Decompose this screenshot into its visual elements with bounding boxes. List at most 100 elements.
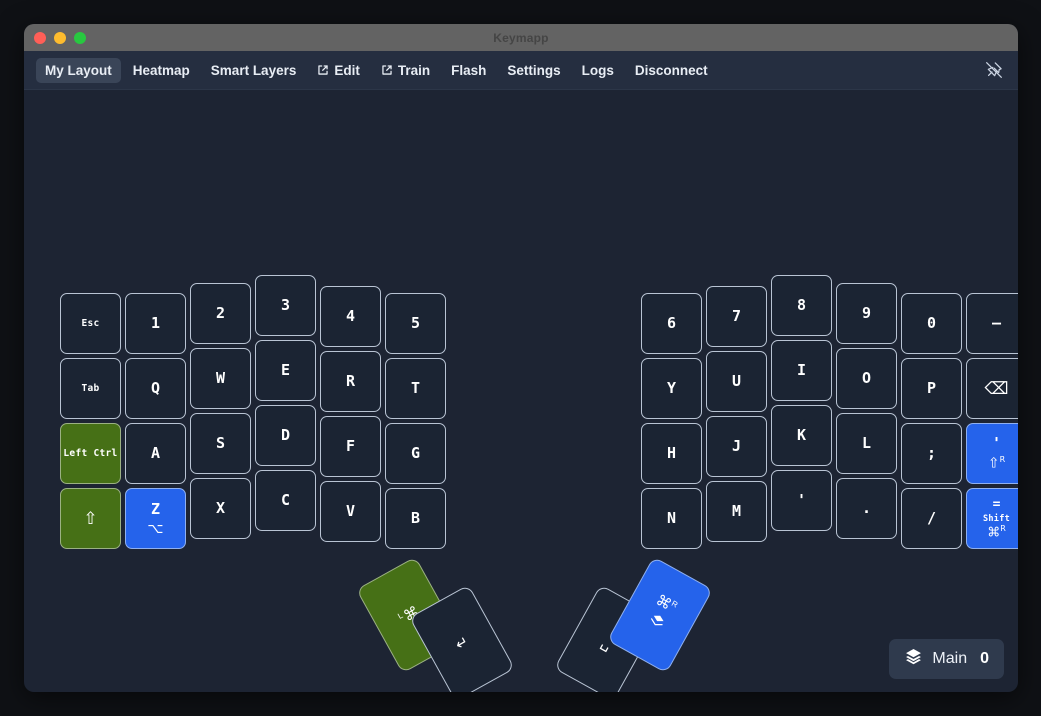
key-o[interactable]: O — [836, 348, 897, 409]
key-p[interactable]: P — [901, 358, 962, 419]
key-label: Esc — [81, 317, 100, 329]
key-label: 3 — [280, 296, 291, 314]
key-c[interactable]: C — [255, 470, 316, 531]
key-minus[interactable]: – — [966, 293, 1018, 354]
key-e[interactable]: E — [255, 340, 316, 401]
key-label: L — [861, 434, 872, 452]
key-label: R — [345, 372, 356, 390]
key-left-ctrl[interactable]: Left Ctrl — [60, 423, 121, 484]
key-semicolon[interactable]: ; — [901, 423, 962, 484]
shift-up-arrow-icon: ⇧ — [83, 509, 98, 528]
key-x[interactable]: X — [190, 478, 251, 539]
key-4[interactable]: 4 — [320, 286, 381, 347]
key-label: H — [666, 444, 677, 462]
key-label: ' — [796, 491, 807, 509]
nav-item-edit[interactable]: Edit — [308, 58, 369, 83]
window-titlebar: Keymapp — [24, 24, 1018, 51]
key-w[interactable]: W — [190, 348, 251, 409]
key-label: B — [410, 509, 421, 527]
key-8[interactable]: 8 — [771, 275, 832, 336]
key-i[interactable]: I — [771, 340, 832, 401]
nav-item-logs[interactable]: Logs — [573, 58, 623, 83]
key-y[interactable]: Y — [641, 358, 702, 419]
key-label: K — [796, 426, 807, 444]
nav-label: Settings — [507, 62, 561, 78]
key-n[interactable]: N — [641, 488, 702, 549]
key-t[interactable]: T — [385, 358, 446, 419]
key-label: 1 — [150, 314, 161, 332]
keymapp-window: Keymapp My Layout Heatmap Smart Layers E… — [24, 24, 1018, 692]
keyboard-canvas: Esc Tab Left Ctrl ⇧ 1 Q A Z ⌥ 2 W S X 3 … — [24, 90, 1018, 692]
key-d[interactable]: D — [255, 405, 316, 466]
key-0[interactable]: 0 — [901, 293, 962, 354]
command-key-icon: ⌘R — [987, 524, 1006, 541]
nav-label: Logs — [581, 62, 614, 78]
key-1[interactable]: 1 — [125, 293, 186, 354]
key-label: U — [731, 372, 742, 390]
key-quote-right-shift[interactable]: ' ⇧R — [966, 423, 1018, 484]
key-label: 7 — [731, 307, 742, 325]
key-label: J — [731, 437, 742, 455]
nav-item-disconnect[interactable]: Disconnect — [626, 58, 717, 83]
maximize-window-button[interactable] — [74, 31, 86, 44]
key-label: Tab — [81, 382, 100, 394]
key-backspace[interactable]: ⌫ — [966, 358, 1018, 419]
key-h[interactable]: H — [641, 423, 702, 484]
key-label: – — [991, 314, 1002, 332]
key-u[interactable]: U — [706, 351, 767, 412]
key-2[interactable]: 2 — [190, 283, 251, 344]
nav-item-train[interactable]: Train — [372, 58, 439, 83]
key-esc[interactable]: Esc — [60, 293, 121, 354]
key-3[interactable]: 3 — [255, 275, 316, 336]
key-g[interactable]: G — [385, 423, 446, 484]
key-f[interactable]: F — [320, 416, 381, 477]
key-sublabel: Shift — [982, 513, 1011, 524]
key-j[interactable]: J — [706, 416, 767, 477]
nav-item-heatmap[interactable]: Heatmap — [124, 58, 199, 83]
key-l[interactable]: L — [836, 413, 897, 474]
external-link-icon — [317, 64, 329, 76]
key-label: G — [410, 444, 421, 462]
nav-label: Disconnect — [634, 62, 708, 78]
nav-label: Edit — [334, 62, 360, 78]
key-slash[interactable]: / — [901, 488, 962, 549]
key-left-shift[interactable]: ⇧ — [60, 488, 121, 549]
pin-off-icon[interactable] — [984, 60, 1004, 80]
key-tab[interactable]: Tab — [60, 358, 121, 419]
key-label: / — [926, 509, 937, 527]
close-window-button[interactable] — [34, 31, 46, 44]
nav-item-settings[interactable]: Settings — [498, 58, 569, 83]
key-q[interactable]: Q — [125, 358, 186, 419]
nav-label: Flash — [451, 62, 487, 78]
key-label: Z — [150, 499, 161, 518]
key-label: C — [280, 491, 291, 509]
key-k[interactable]: K — [771, 405, 832, 466]
key-r[interactable]: R — [320, 351, 381, 412]
key-5[interactable]: 5 — [385, 293, 446, 354]
shift-up-arrow-icon: ⇧R — [987, 455, 1006, 472]
layer-indicator-badge[interactable]: Main 0 — [889, 639, 1004, 679]
key-z[interactable]: Z ⌥ — [125, 488, 186, 549]
nav-item-my-layout[interactable]: My Layout — [36, 57, 121, 83]
key-label: 6 — [666, 314, 677, 332]
key-7[interactable]: 7 — [706, 286, 767, 347]
traffic-light-buttons — [34, 24, 86, 51]
key-9[interactable]: 9 — [836, 283, 897, 344]
key-label: 8 — [796, 296, 807, 314]
key-label: ' — [991, 434, 1002, 453]
layer-number: 0 — [980, 650, 989, 667]
key-a[interactable]: A — [125, 423, 186, 484]
key-equal-shift-command[interactable]: = Shift ⌘R — [966, 488, 1018, 549]
key-b[interactable]: B — [385, 488, 446, 549]
nav-item-smart-layers[interactable]: Smart Layers — [202, 58, 306, 83]
key-6[interactable]: 6 — [641, 293, 702, 354]
key-m[interactable]: M — [706, 481, 767, 542]
key-label: 4 — [345, 307, 356, 325]
key-apostrophe[interactable]: ' — [771, 470, 832, 531]
key-s[interactable]: S — [190, 413, 251, 474]
nav-item-flash[interactable]: Flash — [442, 58, 495, 83]
key-label: ; — [926, 444, 937, 462]
key-v[interactable]: V — [320, 481, 381, 542]
minimize-window-button[interactable] — [54, 31, 66, 44]
key-period[interactable]: . — [836, 478, 897, 539]
